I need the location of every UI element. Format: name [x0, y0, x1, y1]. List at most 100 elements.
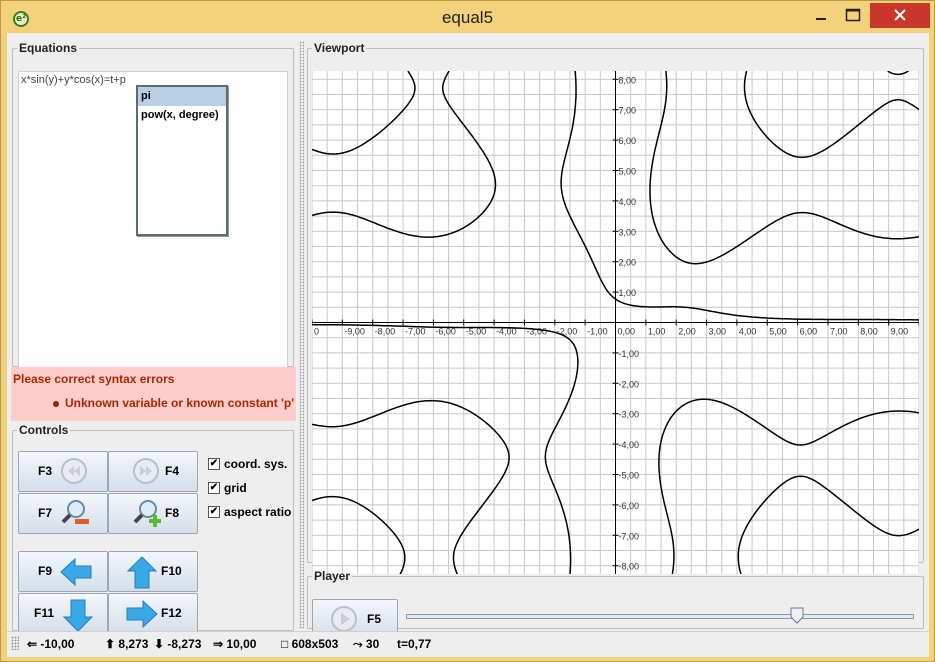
grid-label: grid [224, 481, 247, 495]
player-panel: Player F5 [307, 569, 924, 639]
x-tick-label: 9,00 [891, 327, 909, 337]
status-left-bound: ⇐ -10,00 [27, 637, 75, 651]
pan-up-button[interactable]: F10 [108, 551, 198, 592]
plot-svg[interactable]: 0 -9,00 -8,00 -7,00 -6,00 -5,00 -4,00 -3,00 -2,0… [311, 70, 931, 576]
pan-down-button[interactable]: F11 [18, 593, 108, 634]
y-tick-label: 4,00 [619, 197, 637, 207]
pan-right-key: F12 [161, 606, 182, 620]
pan-up-key: F10 [161, 564, 182, 578]
zoom-out-button[interactable]: F7 [18, 493, 108, 534]
y-tick-label: -7,00 [619, 531, 640, 541]
maximize-button[interactable] [838, 3, 868, 28]
x-tick-label: 0 [314, 327, 319, 337]
x-tick-label: -9,00 [344, 327, 365, 337]
zoom-in-key: F8 [165, 506, 180, 520]
time-slider-thumb[interactable] [790, 607, 804, 624]
status-top-bound: ⬆ 8,273 [105, 637, 149, 651]
pan-down-key: F11 [34, 606, 55, 620]
plot-canvas[interactable]: 0 -9,00 -8,00 -7,00 -6,00 -5,00 -4,00 -3,00 -2,0… [311, 70, 931, 576]
fast-forward-key: F4 [165, 464, 180, 478]
rewind-icon [61, 458, 87, 484]
status-right-bound: ⇒ 10,00 [213, 637, 257, 651]
y-tick-label: 5,00 [619, 166, 637, 176]
autocomplete-popup[interactable]: pi pow(x, degree) [136, 85, 228, 236]
x-tick-label: 0,00 [618, 327, 636, 337]
y-tick-label: 1,00 [619, 288, 637, 298]
y-tick-label: -3,00 [619, 410, 640, 420]
y-tick-label: 7,00 [619, 106, 637, 116]
maximize-icon [845, 8, 861, 22]
x-tick-label: 6,00 [800, 327, 818, 337]
title-bar[interactable]: e² equal5 [1, 1, 934, 33]
aspect-ratio-label: aspect ratio [224, 505, 292, 519]
status-bottom-bound: ⬇ -8,273 [154, 637, 202, 651]
status-grip [11, 636, 19, 650]
player-legend: Player [314, 569, 351, 583]
error-message: Unknown variable or known constant 'p' [65, 396, 295, 410]
arrow-up-icon [126, 556, 158, 589]
x-tick-label: -2,00 [557, 327, 578, 337]
window-title: equal5 [441, 8, 494, 27]
arrow-right-icon [126, 599, 158, 629]
error-bullet-icon [53, 401, 59, 407]
x-tick-label: -8,00 [375, 327, 396, 337]
play-key: F5 [367, 612, 382, 626]
y-tick-label: -2,00 [619, 379, 640, 389]
x-tick-label: 7,00 [830, 327, 848, 337]
pan-right-button[interactable]: F12 [108, 593, 198, 634]
equation-editor[interactable]: x*sin(y)+y*cos(x)=t+p pi pow(x, degree) [18, 71, 288, 376]
pan-left-key: F9 [38, 564, 53, 578]
pan-left-button[interactable]: F9 [18, 551, 108, 592]
zoom-out-key: F7 [38, 506, 53, 520]
zoom-out-icon [61, 500, 89, 524]
checkbox-mark[interactable]: ✔ [208, 458, 220, 470]
x-tick-label: 5,00 [769, 327, 787, 337]
client-area: Equations x*sin(y)+y*cos(x)=t+p pi pow(x… [7, 33, 931, 657]
rewind-button[interactable]: F3 [18, 451, 108, 492]
equations-legend: Equations [19, 41, 78, 55]
equation-text[interactable]: x*sin(y)+y*cos(x)=t+p [21, 74, 126, 86]
y-tick-label: -5,00 [619, 471, 640, 481]
x-tick-label: 3,00 [709, 327, 727, 337]
x-tick-label: -1,00 [587, 327, 608, 337]
checkbox-mark[interactable]: ✔ [208, 482, 220, 494]
coord-sys-label: coord. sys. [224, 457, 288, 471]
play-icon [331, 606, 357, 632]
minimize-button[interactable] [806, 3, 836, 28]
fast-forward-icon [133, 458, 159, 484]
zoom-in-button[interactable]: F8 [108, 493, 198, 534]
error-panel: Please correct syntax errors Unknown var… [11, 367, 296, 421]
status-fps: ⤳ 30 [353, 637, 380, 651]
arrow-down-icon [62, 599, 94, 632]
x-tick-label: 4,00 [739, 327, 757, 337]
viewport-panel: Viewport 0 -9,00 -8,00 -7,00 -6,00 -5,00 -4,00… [307, 41, 931, 576]
error-title: Please correct syntax errors [13, 372, 175, 386]
status-time: t=0,77 [397, 637, 432, 651]
status-canvas-size: □ 608x503 [281, 637, 339, 651]
equations-panel: Equations x*sin(y)+y*cos(x)=t+p pi pow(x… [12, 41, 294, 376]
x-tick-label: 8,00 [860, 327, 878, 337]
x-tick-label: 2,00 [678, 327, 696, 337]
autocomplete-item-pow[interactable]: pow(x, degree) [138, 106, 226, 125]
fast-forward-button[interactable]: F4 [108, 451, 198, 492]
x-tick-label: -7,00 [405, 327, 426, 337]
zoom-in-icon [133, 500, 161, 527]
splitter-handle[interactable] [299, 41, 304, 629]
app-window: e² equal5 Equations x*sin(y)+y*cos(x)=t+… [0, 0, 935, 662]
viewport-legend: Viewport [314, 41, 365, 55]
time-slider-track[interactable] [406, 614, 914, 619]
autocomplete-item-pi[interactable]: pi [138, 87, 226, 106]
y-tick-label: 8,00 [619, 75, 637, 85]
y-tick-label: 6,00 [619, 136, 637, 146]
controls-panel: Controls F3 F4 F7 F8 ✔ coord. sys. ✔ gri… [12, 423, 294, 634]
y-tick-label: -4,00 [619, 440, 640, 450]
y-tick-label: -1,00 [619, 349, 640, 359]
checkbox-mark[interactable]: ✔ [208, 506, 220, 518]
controls-legend: Controls [19, 423, 69, 437]
minimize-icon [816, 18, 826, 20]
y-tick-label: -6,00 [619, 501, 640, 511]
y-tick-label: 2,00 [619, 258, 637, 268]
y-tick-label: 3,00 [619, 227, 637, 237]
close-button[interactable] [870, 3, 930, 28]
x-tick-label: 1,00 [648, 327, 666, 337]
